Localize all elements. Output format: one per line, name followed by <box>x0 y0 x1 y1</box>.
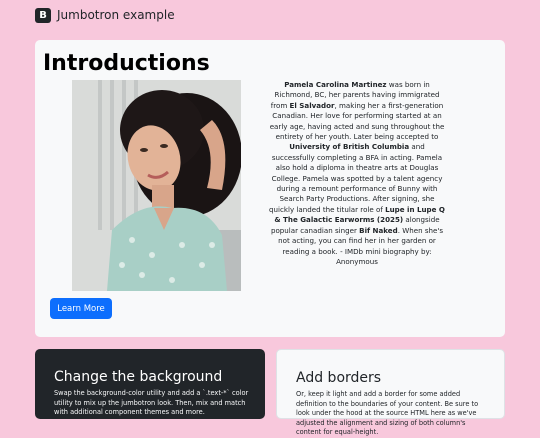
bootstrap-logo-icon: B <box>35 7 51 23</box>
profile-photo <box>72 80 241 291</box>
add-borders-card: Add borders Or, keep it light and add a … <box>276 349 505 436</box>
biography-text: Pamela Carolina Martinez was born in Ric… <box>268 80 446 267</box>
bio-text: and successfully completing a BFA in act… <box>269 142 443 214</box>
card-title: Add borders <box>296 370 382 386</box>
learn-more-button[interactable]: Learn More <box>50 298 112 319</box>
brand-title: Jumbotron example <box>57 8 175 22</box>
bio-school: University of British Columbia <box>289 142 410 152</box>
jumbotron: Introductions Pamela Carolina Martinez w… <box>35 40 505 337</box>
card-text: Or, keep it light and add a border for s… <box>296 390 479 436</box>
page-title: Introductions <box>43 51 210 76</box>
card-text: Swap the background-color utility and ad… <box>54 389 249 416</box>
bio-singer: Bif Naked <box>359 225 398 235</box>
bio-country: El Salvador <box>289 100 335 110</box>
bio-name: Pamela Carolina Martinez <box>284 80 387 89</box>
navbar-brand[interactable]: B Jumbotron example <box>35 6 175 24</box>
card-title: Change the background <box>54 369 223 385</box>
change-background-card: Change the background Swap the backgroun… <box>35 349 265 419</box>
